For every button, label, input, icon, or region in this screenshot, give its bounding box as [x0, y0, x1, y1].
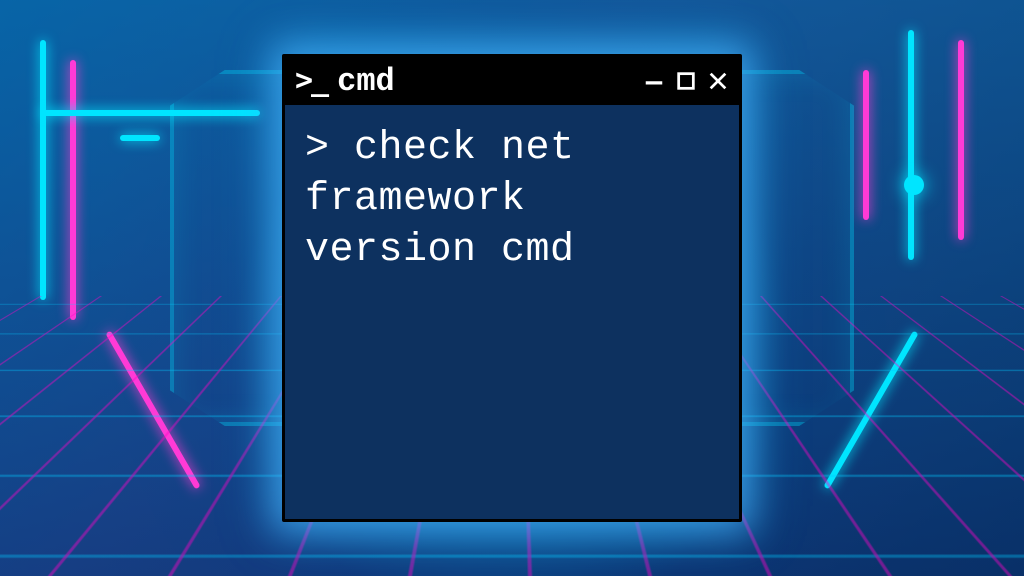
- terminal-window: >_ cmd > check net framework version cmd: [282, 54, 742, 522]
- maximize-icon: [675, 70, 697, 92]
- minimize-icon: [643, 70, 665, 92]
- maximize-button[interactable]: [675, 70, 697, 92]
- close-icon: [707, 70, 729, 92]
- terminal-body[interactable]: > check net framework version cmd: [285, 105, 739, 519]
- titlebar[interactable]: >_ cmd: [285, 57, 739, 105]
- terminal-prompt-icon: >_: [295, 66, 327, 96]
- minimize-button[interactable]: [643, 70, 665, 92]
- window-controls: [643, 70, 729, 92]
- prompt-char: >: [305, 126, 354, 171]
- close-button[interactable]: [707, 70, 729, 92]
- window-title: cmd: [337, 63, 395, 100]
